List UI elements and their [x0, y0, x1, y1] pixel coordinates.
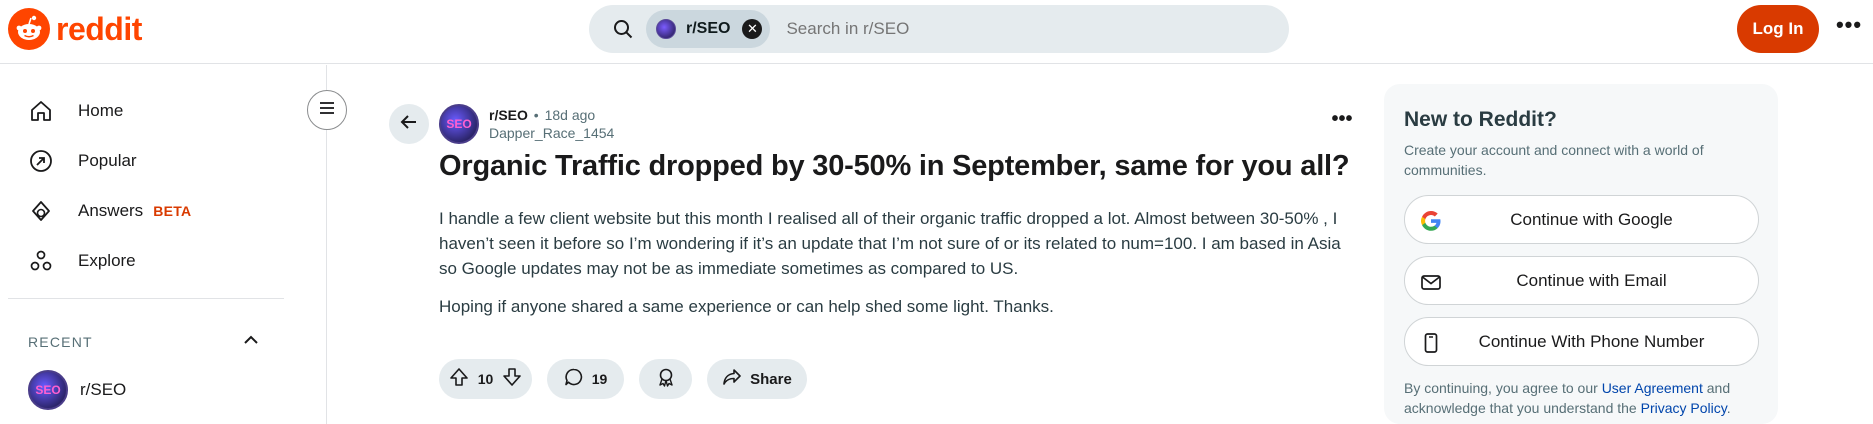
collapse-sidebar-button[interactable] [307, 90, 347, 130]
sidebar-item-label: Answers [78, 201, 144, 220]
google-button-label: Continue with Google [1510, 209, 1673, 229]
post-title: Organic Traffic dropped by 30-50% in Sep… [439, 150, 1350, 182]
reddit-logo[interactable]: reddit [8, 8, 142, 50]
top-bar: reddit r/SEO ✕ Log In ••• [0, 0, 1873, 64]
search-icon [612, 18, 634, 40]
post-actions: 10 19 Share [439, 359, 822, 399]
post-more-options-icon[interactable]: ••• [1328, 109, 1356, 132]
vote-control: 10 [439, 359, 532, 399]
sidebar-item-home[interactable]: Home [28, 91, 123, 131]
left-sidebar: Home Popular Answers BETA Explore RECENT… [0, 65, 327, 424]
signup-description: Create your account and connect with a w… [1404, 142, 1704, 178]
share-button[interactable]: Share [707, 359, 807, 399]
arrow-left-icon [399, 112, 419, 137]
sidebar-item-label: Home [78, 101, 124, 120]
snoo-icon [8, 8, 50, 50]
vote-count: 10 [477, 371, 494, 387]
explore-icon [28, 248, 54, 274]
downvote-icon[interactable] [502, 367, 522, 392]
legal-text: . [1726, 400, 1731, 416]
award-icon [656, 367, 676, 392]
legal-notice: By continuing, you agree to our User Agr… [1404, 378, 1764, 418]
beta-badge: BETA [153, 203, 192, 219]
post-meta: r/SEO • 18d ago Dapper_Race_1454 [489, 106, 614, 142]
share-label: Share [750, 370, 792, 388]
google-icon [1419, 209, 1443, 233]
sidebar-item-label: Popular [78, 151, 137, 170]
legal-text: By continuing, you agree to our [1404, 380, 1602, 396]
user-agreement-link[interactable]: User Agreement [1602, 380, 1703, 396]
chip-label: r/SEO [686, 20, 731, 37]
phone-button-label: Continue With Phone Number [1478, 331, 1705, 351]
email-icon [1419, 270, 1443, 294]
post-paragraph: Hoping if anyone shared a same experienc… [439, 297, 1054, 316]
chevron-up-icon[interactable] [238, 327, 264, 353]
answers-icon [28, 198, 54, 224]
subreddit-avatar[interactable]: SEO [439, 104, 479, 144]
menu-icon [317, 98, 337, 123]
home-icon [28, 98, 54, 124]
meta-separator: • [533, 107, 539, 123]
search-bar[interactable]: r/SEO ✕ [589, 5, 1289, 53]
popular-icon [28, 148, 54, 174]
subreddit-link[interactable]: r/SEO [489, 107, 528, 123]
signup-title: New to Reddit? [1404, 108, 1557, 131]
search-input[interactable] [786, 14, 1289, 44]
award-button[interactable] [639, 359, 692, 399]
continue-with-phone-button[interactable]: Continue With Phone Number [1404, 317, 1759, 366]
clear-filter-icon[interactable]: ✕ [742, 19, 763, 39]
post-paragraph: I handle a few client website but this m… [439, 209, 1341, 278]
sidebar-item-label: Explore [78, 251, 136, 270]
continue-with-email-button[interactable]: Continue with Email [1404, 256, 1759, 305]
subreddit-avatar: SEO [28, 370, 68, 410]
email-button-label: Continue with Email [1516, 270, 1667, 290]
subreddit-filter-chip: r/SEO ✕ [646, 10, 771, 48]
sidebar-item-explore[interactable]: Explore [28, 241, 136, 281]
post-body: I handle a few client website but this m… [439, 206, 1359, 332]
more-options-icon[interactable]: ••• [1834, 14, 1864, 42]
recent-item-label: r/SEO [80, 380, 127, 399]
back-button[interactable] [389, 104, 429, 144]
sidebar-divider [8, 298, 284, 299]
comment-count: 19 [591, 371, 608, 387]
post-time: 18d ago [544, 107, 596, 123]
privacy-policy-link[interactable]: Privacy Policy [1641, 400, 1727, 416]
comment-icon [564, 367, 584, 392]
author-link[interactable]: Dapper_Race_1454 [489, 124, 614, 142]
login-button[interactable]: Log In [1737, 5, 1819, 53]
upvote-icon[interactable] [449, 367, 469, 392]
continue-with-google-button[interactable]: Continue with Google [1404, 195, 1759, 244]
sidebar-item-popular[interactable]: Popular [28, 141, 137, 181]
recent-item-seo[interactable]: SEO r/SEO [28, 370, 126, 410]
phone-icon [1419, 331, 1443, 355]
share-icon [722, 367, 742, 392]
recent-section-title: RECENT [28, 334, 93, 350]
comments-button[interactable]: 19 [547, 359, 624, 399]
subreddit-avatar [656, 19, 676, 39]
reddit-wordmark: reddit [56, 10, 142, 47]
signup-card: New to Reddit? Create your account and c… [1384, 84, 1778, 424]
sidebar-item-answers[interactable]: Answers BETA [28, 191, 191, 231]
